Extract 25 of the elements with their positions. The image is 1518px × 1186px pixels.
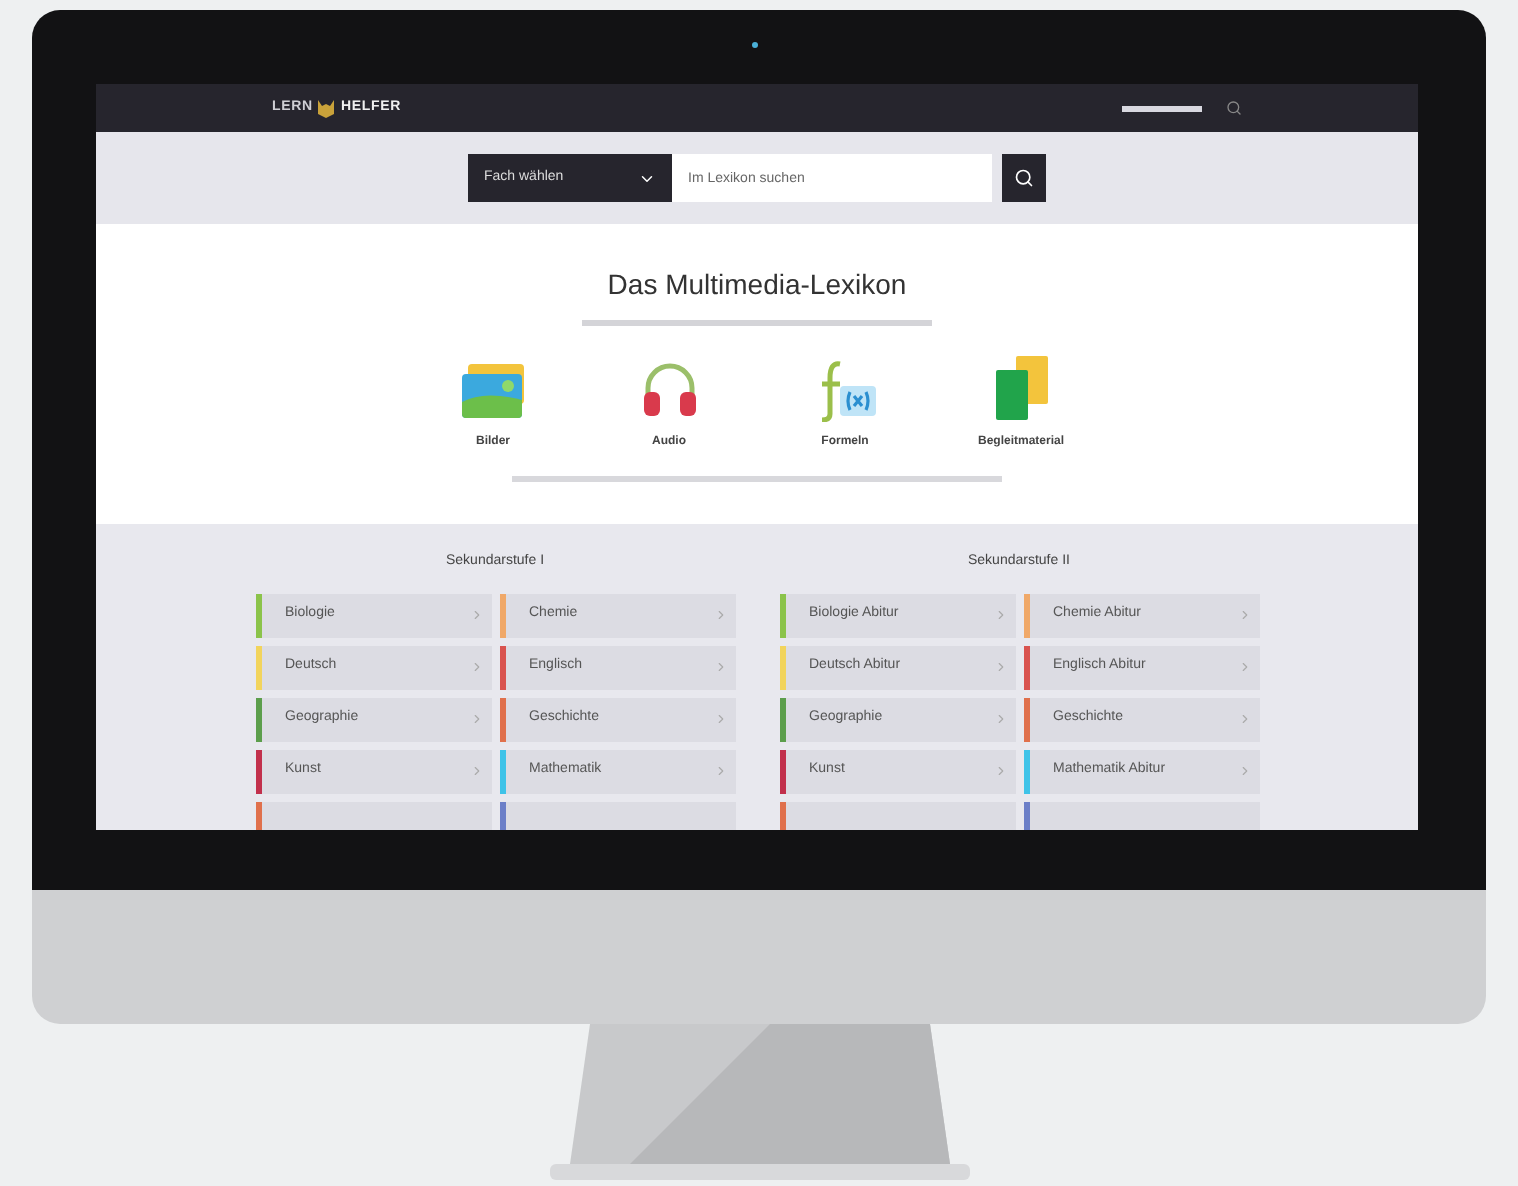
owl-logo-icon [316,98,337,118]
chevron-right-icon [469,608,483,622]
chevron-right-icon [713,660,727,674]
camera-icon [752,42,758,48]
chevron-right-icon [1237,764,1251,778]
picture-cards-icon [459,362,527,422]
search-button[interactable] [1002,154,1046,202]
chevron-right-icon [993,712,1007,726]
chevron-right-icon [713,712,727,726]
chevron-right-icon [713,608,727,622]
chevron-right-icon [1237,660,1251,674]
chevron-right-icon [469,764,483,778]
hero-title: Das Multimedia-Lexikon [607,266,907,304]
documents-icon [991,354,1051,422]
chevron-right-icon [713,764,727,778]
chevron-right-icon [993,660,1007,674]
chevron-right-icon [993,764,1007,778]
search-icon [1014,168,1034,188]
illegible-nav-link[interactable] [1122,105,1202,111]
chevron-right-icon [993,608,1007,622]
chevron-right-icon [469,660,483,674]
search-icon[interactable] [1226,100,1242,116]
chevron-right-icon [469,712,483,726]
chevron-right-icon [1237,712,1251,726]
chevron-right-icon [1237,608,1251,622]
